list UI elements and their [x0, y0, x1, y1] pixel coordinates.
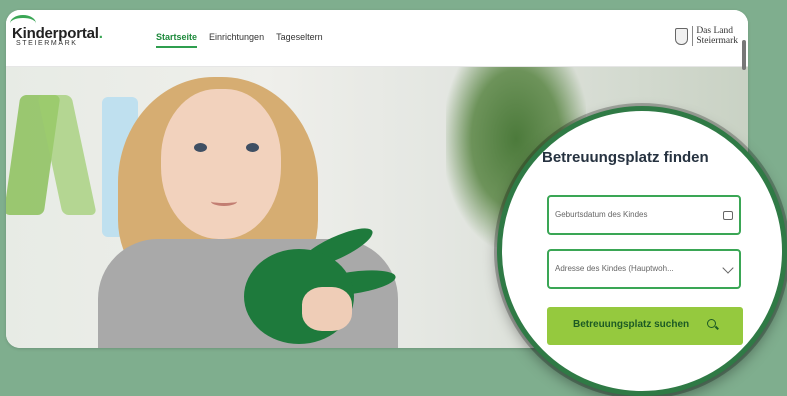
- magnifier-callout: Betreuungsplatz finden Geburtsdatum des …: [497, 106, 787, 396]
- child-eye: [246, 143, 259, 152]
- logo-arc-icon: [10, 15, 36, 32]
- land-line2: Steiermark: [696, 36, 738, 46]
- site-header: Kinderportal. STEIERMARK Startseite Einr…: [6, 10, 748, 67]
- calendar-icon[interactable]: [723, 211, 733, 220]
- nav-startseite[interactable]: Startseite: [156, 32, 198, 48]
- kinderportal-logo[interactable]: Kinderportal. STEIERMARK: [10, 15, 103, 47]
- address-field[interactable]: Adresse des Kindes (Hauptwoh...: [547, 249, 741, 289]
- logo-dot: .: [98, 25, 103, 42]
- search-submit-button[interactable]: Betreuungsplatz suchen: [547, 307, 743, 345]
- child-eye: [194, 143, 207, 152]
- scrollbar[interactable]: [742, 40, 746, 70]
- child-face: [161, 89, 281, 239]
- birthdate-field[interactable]: Geburtsdatum des Kindes: [547, 195, 741, 235]
- search-submit-label: Betreuungsplatz suchen: [573, 319, 690, 330]
- land-steiermark-logo[interactable]: Das Land Steiermark: [675, 26, 738, 46]
- child-hand: [302, 287, 352, 331]
- child-mouth: [211, 197, 237, 206]
- search-widget-title: Betreuungsplatz finden: [542, 149, 709, 166]
- address-placeholder: Adresse des Kindes (Hauptwoh...: [555, 264, 674, 273]
- birthdate-placeholder: Geburtsdatum des Kindes: [555, 210, 648, 219]
- chevron-down-icon[interactable]: [722, 262, 734, 274]
- main-nav: Startseite Einrichtungen Tageseltern: [156, 32, 323, 48]
- search-icon: [707, 319, 716, 328]
- land-line1: Das Land: [696, 26, 733, 36]
- coat-of-arms-icon: [675, 27, 689, 45]
- nav-tageseltern[interactable]: Tageseltern: [276, 32, 323, 48]
- nav-einrichtungen[interactable]: Einrichtungen: [209, 32, 264, 48]
